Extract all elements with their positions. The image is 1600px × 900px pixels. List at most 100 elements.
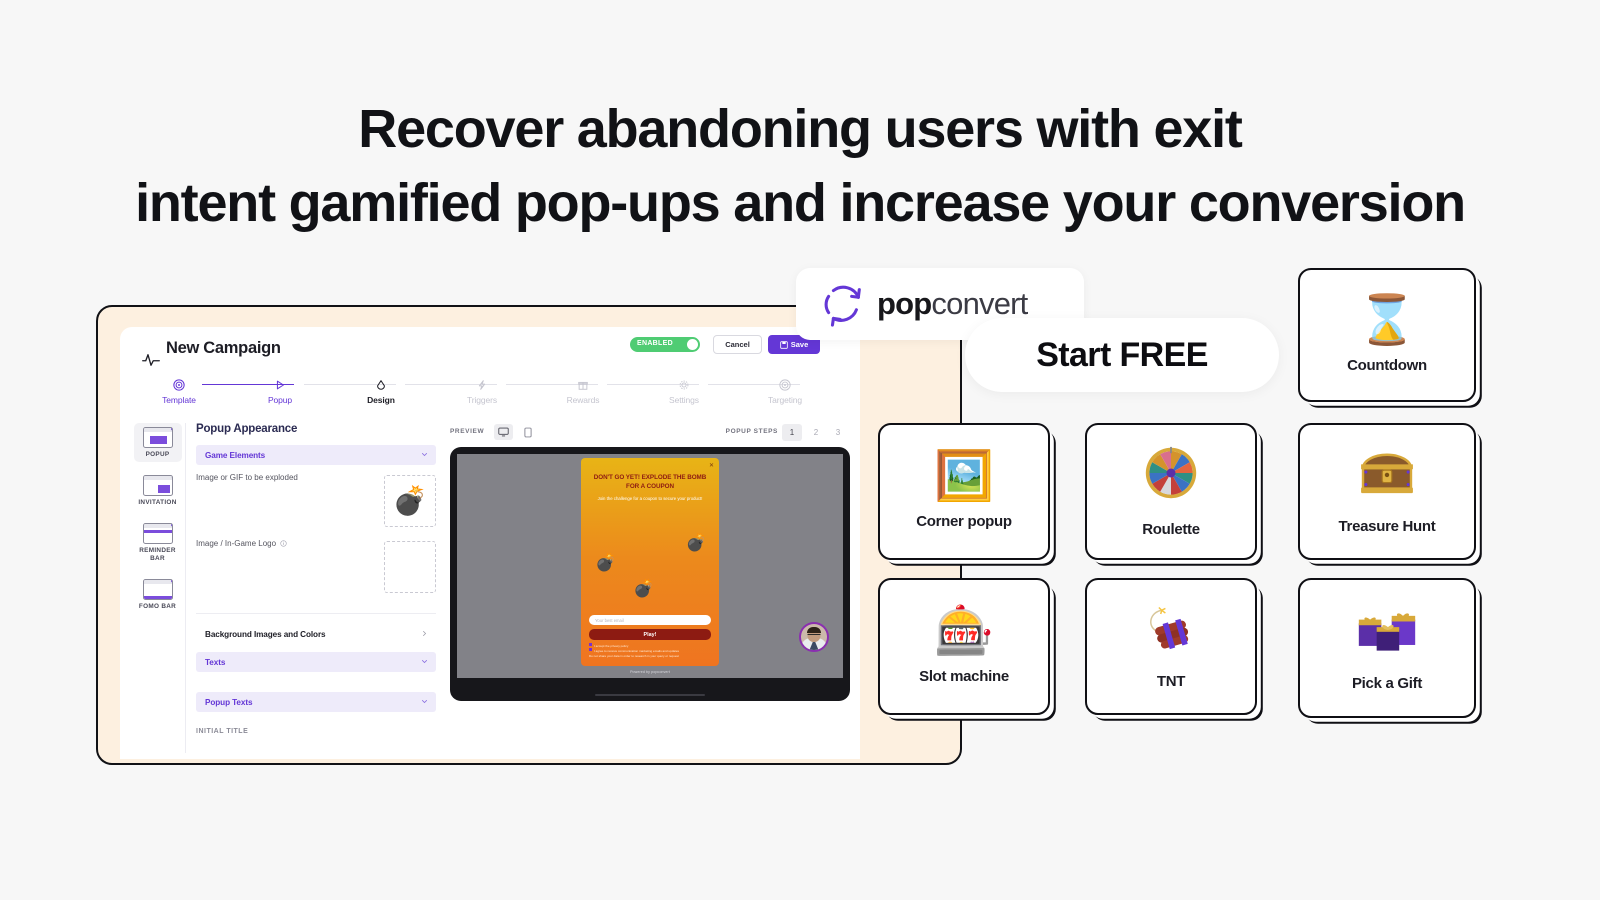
preview-device-mobile[interactable] bbox=[518, 424, 537, 440]
game-card-slot-machine[interactable]: 🎰 Slot machine bbox=[878, 578, 1050, 715]
circular-arrows-icon bbox=[824, 285, 861, 327]
sidebar-item-invitation[interactable]: INVITATION bbox=[134, 471, 182, 510]
step-popup-label: Popup bbox=[267, 395, 293, 405]
game-card-pick-a-gift[interactable]: Pick a Gift bbox=[1298, 578, 1476, 718]
step-template[interactable]: Template bbox=[142, 377, 216, 405]
step-rewards-label: Rewards bbox=[566, 395, 600, 405]
popup-thumb-icon bbox=[142, 427, 173, 448]
cancel-button[interactable]: Cancel bbox=[713, 335, 762, 354]
consent-text: I accept the privacy policy I agree to r… bbox=[589, 642, 711, 658]
step-settings[interactable]: Settings bbox=[647, 377, 721, 405]
sidebar-item-invitation-label: INVITATION bbox=[138, 499, 177, 506]
step-design[interactable]: Design bbox=[344, 377, 418, 405]
accordion-popup-texts-label: Popup Texts bbox=[205, 697, 253, 707]
powered-by-label: Powered by popconvert bbox=[630, 670, 670, 674]
initial-title-label: INITIAL TITLE bbox=[196, 728, 249, 735]
sidebar-item-reminder-bar[interactable]: REMINDER BAR bbox=[134, 519, 182, 566]
step-rewards[interactable]: Rewards bbox=[546, 377, 620, 405]
campaign-title-group: New Campaign bbox=[142, 339, 281, 366]
upload-box-ingame-logo[interactable] bbox=[384, 541, 436, 593]
save-button-label: Save bbox=[790, 340, 809, 349]
popup-step-3[interactable]: 3 bbox=[828, 424, 848, 441]
game-card-treasure-hunt[interactable]: Treasure Hunt bbox=[1298, 423, 1476, 560]
roulette-wheel-icon bbox=[1144, 446, 1198, 509]
avatar[interactable] bbox=[799, 622, 829, 652]
game-card-corner-popup-label: Corner popup bbox=[916, 513, 1012, 530]
accordion-texts-label: Texts bbox=[205, 657, 226, 667]
preview-panel: PREVIEW POPUP STEPS 1 2 3 ✕ DON'T GO YET… bbox=[450, 423, 850, 701]
game-card-tnt-label: TNT bbox=[1156, 672, 1186, 690]
sidebar-item-popup[interactable]: POPUP bbox=[133, 423, 182, 462]
popconvert-wordmark: popconvert bbox=[877, 286, 1028, 322]
popup-subtitle: Join the challenge for a coupon to secur… bbox=[597, 496, 703, 502]
form-heading: Popup Appearance bbox=[196, 423, 298, 435]
gear-icon bbox=[647, 377, 721, 392]
accordion-background-images-colors[interactable]: Background Images and Colors bbox=[196, 624, 436, 644]
toggle-knob bbox=[687, 339, 698, 350]
step-popup[interactable]: Popup bbox=[243, 377, 317, 405]
game-card-countdown[interactable]: ⌛ Countdown bbox=[1298, 268, 1476, 402]
fomo-bar-thumb-icon bbox=[142, 579, 173, 600]
sidebar-item-reminder-bar-label: REMINDER BAR bbox=[139, 547, 176, 562]
accordion-game-elements[interactable]: Game Elements bbox=[196, 445, 436, 465]
headline-line-2: intent gamified pop-ups and increase you… bbox=[135, 173, 1466, 233]
game-card-countdown-label: Countdown bbox=[1347, 356, 1427, 374]
game-card-roulette-label: Roulette bbox=[1142, 520, 1200, 538]
checkbox[interactable] bbox=[589, 642, 592, 646]
logo-light-text: convert bbox=[931, 286, 1028, 321]
campaign-editor-mock: New Campaign ENABLED Cancel Save Templat… bbox=[96, 305, 962, 765]
monitor-icon bbox=[498, 427, 509, 437]
start-free-button[interactable]: Start FREE bbox=[965, 318, 1279, 392]
sidebar-item-popup-label: POPUP bbox=[145, 451, 170, 458]
step-settings-label: Settings bbox=[669, 395, 699, 405]
checkbox[interactable] bbox=[589, 648, 592, 652]
play-icon bbox=[243, 377, 317, 392]
game-card-roulette[interactable]: Roulette bbox=[1085, 423, 1257, 560]
device-home-bar bbox=[595, 693, 705, 696]
dynamite-icon bbox=[1143, 604, 1199, 661]
game-card-tnt[interactable]: TNT bbox=[1085, 578, 1257, 715]
preview-device-desktop[interactable] bbox=[494, 424, 513, 440]
target-icon bbox=[748, 377, 822, 392]
form-divider bbox=[196, 613, 436, 614]
accordion-popup-texts[interactable]: Popup Texts bbox=[196, 692, 436, 712]
bomb-emoji-icon[interactable]: 💣 bbox=[595, 554, 616, 571]
page-title: Recover abandoning users with exit inten… bbox=[0, 92, 1600, 240]
headline-line-1: Recover abandoning users with exit bbox=[358, 99, 1243, 159]
sidebar-item-fomo-bar-label: FOMO BAR bbox=[138, 603, 177, 610]
editor-sidebar: POPUP INVITATION REMINDER BAR FOMO BAR bbox=[130, 423, 186, 753]
preview-toolbar: PREVIEW POPUP STEPS 1 2 3 bbox=[450, 423, 850, 443]
popup-steps-label: POPUP STEPS bbox=[725, 428, 778, 435]
target-icon bbox=[142, 377, 216, 392]
invitation-thumb-icon bbox=[142, 475, 173, 496]
enabled-toggle-label: ENABLED bbox=[637, 340, 673, 348]
chevron-down-icon bbox=[422, 700, 427, 704]
info-icon[interactable] bbox=[280, 540, 287, 547]
sidebar-item-fomo-bar[interactable]: FOMO BAR bbox=[134, 575, 182, 614]
email-input[interactable]: Your best email bbox=[589, 615, 711, 625]
chevron-down-icon bbox=[422, 453, 427, 457]
popup-step-2[interactable]: 2 bbox=[806, 424, 826, 441]
bomb-emoji-icon: 💣 bbox=[392, 485, 428, 516]
accordion-texts[interactable]: Texts bbox=[196, 652, 436, 672]
step-triggers[interactable]: Triggers bbox=[445, 377, 519, 405]
slot-machine-emoji-icon: 🎰 bbox=[934, 605, 994, 658]
step-targeting[interactable]: Targeting bbox=[748, 377, 822, 405]
floppy-disk-icon bbox=[780, 340, 788, 349]
popup-step-1[interactable]: 1 bbox=[782, 424, 802, 441]
bomb-emoji-icon[interactable]: 💣 bbox=[633, 580, 654, 597]
game-card-treasure-hunt-label: Treasure Hunt bbox=[1338, 517, 1436, 535]
step-triggers-label: Triggers bbox=[466, 395, 498, 405]
close-icon[interactable]: ✕ bbox=[709, 462, 714, 469]
game-card-corner-popup[interactable]: 🖼️ Corner popup bbox=[878, 423, 1050, 560]
window-frame-icon: 🖼️ bbox=[934, 450, 994, 503]
accordion-background-label: Background Images and Colors bbox=[205, 629, 326, 639]
hourglass-emoji-icon: ⌛ bbox=[1357, 293, 1417, 347]
play-button[interactable]: Play! bbox=[589, 629, 711, 640]
enabled-toggle[interactable]: ENABLED bbox=[630, 337, 700, 352]
consent-line-3: Do not share your data in order to resea… bbox=[589, 653, 679, 658]
upload-box-explode-image[interactable]: 💣 bbox=[384, 475, 436, 527]
campaign-stepper: Template Popup Design Triggers Rewards S… bbox=[142, 377, 842, 413]
bomb-emoji-icon[interactable]: 💣 bbox=[686, 534, 707, 551]
field-label-logo-text: Image / In-Game Logo bbox=[196, 539, 277, 548]
